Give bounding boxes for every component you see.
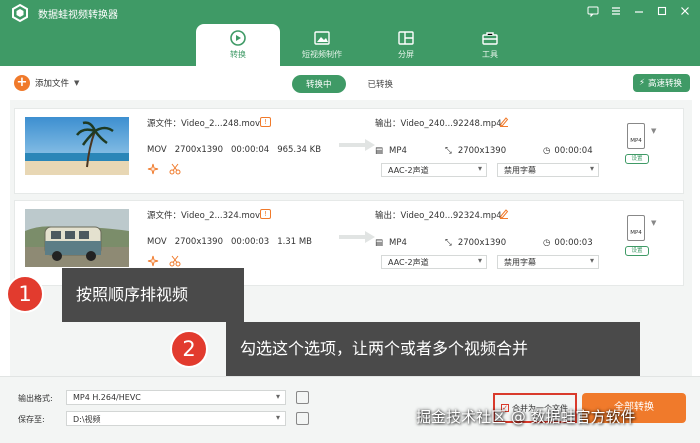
app-header: 数据蛙视频转换器 转换 短视频制作 分屏 工具 <box>0 0 700 66</box>
maximize-icon[interactable] <box>655 4 669 18</box>
toolbox-icon <box>482 32 498 45</box>
source-duration: 00:00:04 <box>231 145 270 155</box>
folder-icon[interactable] <box>296 412 309 425</box>
settings-button[interactable]: 设置 <box>625 246 649 256</box>
chevron-down-icon[interactable]: ▼ <box>651 219 656 227</box>
tab-convert-label: 转换 <box>230 50 246 59</box>
tab-tools-label: 工具 <box>482 50 498 59</box>
scissors-icon[interactable] <box>169 255 181 267</box>
tab-short-video[interactable]: 短视频制作 <box>280 24 364 66</box>
callout-1-text: 按照顺序排视频 <box>62 268 244 322</box>
format-settings-icon[interactable] <box>296 391 309 404</box>
audio-track-select[interactable]: AAC-2声道 <box>381 163 487 177</box>
output-resolution: 2700x1390 <box>457 146 507 156</box>
output-duration: 00:00:03 <box>554 238 593 248</box>
tab-convert[interactable]: 转换 <box>196 24 280 66</box>
source-resolution: 2700x1390 <box>174 145 223 155</box>
chevron-down-icon[interactable]: ▼ <box>651 127 656 135</box>
video-thumbnail[interactable] <box>25 117 129 175</box>
chevron-down-icon[interactable]: ▼ <box>74 79 79 87</box>
main-nav: 转换 短视频制作 分屏 工具 <box>196 24 532 66</box>
source-filename: 源文件：Video_2...324.mov <box>147 211 261 221</box>
file-row: 源文件：Video_2...248.mov ! MOV 2700x1390 00… <box>14 108 684 194</box>
convert-icon <box>230 30 246 46</box>
output-duration: 00:00:04 <box>554 146 593 156</box>
split-screen-icon <box>398 31 414 45</box>
source-size: 965.34 KB <box>277 145 322 155</box>
tab-converted[interactable]: 已转换 <box>368 78 394 90</box>
minimize-icon[interactable] <box>632 4 646 18</box>
app-logo-icon <box>12 3 28 23</box>
source-format: MOV <box>147 237 167 247</box>
beach-thumbnail-image <box>25 117 129 175</box>
effects-icon[interactable] <box>147 163 159 175</box>
watermark: 掘金技术社区 @ 数据蛙官方软件 <box>416 408 636 426</box>
video-thumbnail[interactable] <box>25 209 129 267</box>
feedback-icon[interactable] <box>586 4 600 18</box>
resize-icon: ⤡ <box>445 146 452 156</box>
status-switch: 转换中 已转换 <box>292 75 393 93</box>
callout-2-text: 勾选这个选项，让两个或者多个视频合并 <box>226 322 640 376</box>
file-info-icon[interactable]: ! <box>260 209 271 219</box>
fast-convert-button[interactable]: ⚡ 高速转换 <box>633 74 690 92</box>
pencil-icon[interactable] <box>499 116 509 127</box>
settings-button[interactable]: 设置 <box>625 154 649 164</box>
van-thumbnail-image <box>25 209 129 267</box>
tab-split-screen[interactable]: 分屏 <box>364 24 448 66</box>
clock-icon: ◷ <box>543 238 551 248</box>
close-icon[interactable] <box>678 4 692 18</box>
resize-icon: ⤡ <box>445 238 452 248</box>
output-filename: 输出：Video_240...92248.mp4 <box>375 119 502 129</box>
output-format-badge[interactable]: MP4 <box>627 215 645 241</box>
source-format: MOV <box>147 145 167 155</box>
tab-converting[interactable]: 转换中 <box>292 75 346 93</box>
save-to-label: 保存至: <box>18 415 45 424</box>
effects-icon[interactable] <box>147 255 159 267</box>
callout-1-number: 1 <box>6 275 44 313</box>
source-resolution: 2700x1390 <box>174 237 223 247</box>
pencil-icon[interactable] <box>499 208 509 219</box>
file-info-icon[interactable]: ! <box>260 117 271 127</box>
short-video-icon <box>314 31 330 45</box>
app-title: 数据蛙视频转换器 <box>38 10 118 21</box>
output-resolution: 2700x1390 <box>457 238 507 248</box>
plus-icon: + <box>14 75 30 91</box>
source-duration: 00:00:03 <box>231 237 270 247</box>
clock-icon: ◷ <box>543 146 551 156</box>
arrow-right-icon <box>339 231 375 243</box>
subtitle-select[interactable]: 禁用字幕 <box>497 163 599 177</box>
add-file-label: 添加文件 <box>35 79 70 89</box>
fast-convert-label: 高速转换 <box>647 79 682 89</box>
output-format-select[interactable]: MP4 H.264/HEVC <box>66 390 286 405</box>
output-format: MP4 <box>389 238 407 248</box>
source-filename: 源文件：Video_2...248.mov <box>147 119 261 129</box>
lightning-icon: ⚡ <box>639 78 645 88</box>
arrow-right-icon <box>339 139 375 151</box>
output-filename: 输出：Video_240...92324.mp4 <box>375 211 502 221</box>
subtitle-select[interactable]: 禁用字幕 <box>497 255 599 269</box>
film-icon: ▤ <box>375 238 384 248</box>
toolbar: + 添加文件 ▼ 转换中 已转换 ⚡ 高速转换 <box>0 66 700 100</box>
tab-short-video-label: 短视频制作 <box>302 50 342 59</box>
tab-split-screen-label: 分屏 <box>398 50 414 59</box>
source-size: 1.31 MB <box>277 237 312 247</box>
audio-track-select[interactable]: AAC-2声道 <box>381 255 487 269</box>
tab-tools[interactable]: 工具 <box>448 24 532 66</box>
scissors-icon[interactable] <box>169 163 181 175</box>
add-file-button[interactable]: + 添加文件 ▼ <box>14 75 79 91</box>
output-format-badge[interactable]: MP4 <box>627 123 645 149</box>
menu-icon[interactable] <box>609 4 623 18</box>
output-format: MP4 <box>389 146 407 156</box>
output-format-label: 输出格式: <box>18 394 53 403</box>
callout-2-number: 2 <box>170 330 208 368</box>
save-path-select[interactable]: D:\视频 <box>66 411 286 426</box>
film-icon: ▤ <box>375 146 384 156</box>
